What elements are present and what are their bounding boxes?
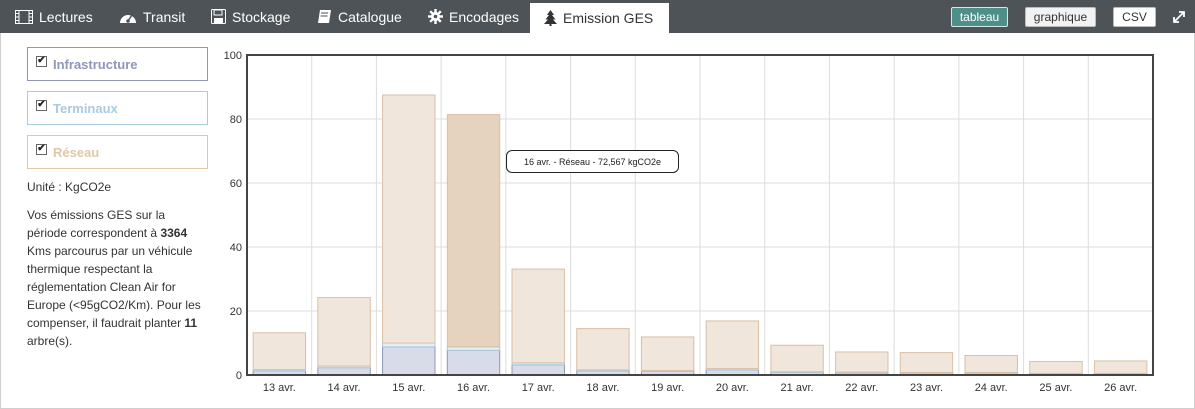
x-tick-label: 20 avr. — [716, 382, 749, 394]
description-text: arbre(s). — [27, 334, 73, 348]
graphique-button[interactable]: graphique — [1025, 7, 1096, 27]
checkbox-checked-icon[interactable]: ✔ — [36, 55, 47, 67]
bar-infrastructure — [382, 346, 436, 376]
tab-label: Lectures — [39, 8, 93, 25]
tree-icon — [544, 10, 557, 26]
bar-rseau — [252, 332, 307, 371]
bar-rseau — [964, 354, 1018, 373]
legend-infrastructure[interactable]: ✔ Infrastructure — [27, 47, 208, 81]
x-tick-label: 16 avr. — [457, 382, 490, 394]
x-tick-label: 13 avr. — [263, 382, 296, 394]
dashboard-icon — [119, 10, 137, 24]
trees-value: 11 — [184, 316, 198, 330]
tab-encodages[interactable]: Encodages — [428, 0, 519, 33]
bar-rseau — [835, 351, 889, 373]
tab-label: Encodages — [449, 8, 520, 25]
y-tick-label: 20 — [230, 306, 242, 318]
x-tick-label: 23 avr. — [910, 382, 943, 394]
bar-infrastructure — [317, 367, 371, 376]
y-tick-label: 100 — [224, 50, 242, 62]
description-text: Kms parcourus par un véhicule thermique … — [27, 244, 201, 330]
x-tick-label: 18 avr. — [586, 382, 619, 394]
x-tick-label: 26 avr. — [1104, 382, 1137, 394]
x-tick-label: 22 avr. — [845, 382, 878, 394]
x-tick-label: 14 avr. — [328, 382, 361, 394]
gear-icon — [428, 9, 443, 24]
expand-icon[interactable] — [1171, 7, 1187, 27]
bar-rseau — [1093, 360, 1148, 374]
csv-button[interactable]: CSV — [1113, 7, 1156, 27]
tableau-button[interactable]: tableau — [951, 7, 1008, 27]
unit-label: Unité : KgCO2e — [27, 180, 112, 194]
x-tick-label: 25 avr. — [1039, 382, 1072, 394]
legend-reseau[interactable]: ✔ Réseau — [27, 135, 208, 169]
x-tick-label: 15 avr. — [392, 382, 425, 394]
bar-rseau — [640, 336, 695, 372]
tab-transit[interactable]: Transit — [119, 0, 185, 33]
checkbox-checked-icon[interactable]: ✔ — [36, 143, 47, 155]
y-tick-label: 80 — [230, 114, 242, 126]
bar-infrastructure — [446, 349, 501, 376]
y-tick-label: 0 — [236, 370, 242, 382]
legend-terminaux[interactable]: ✔ Terminaux — [27, 91, 208, 125]
bar-rseau — [317, 297, 371, 367]
legend-label: Infrastructure — [53, 56, 138, 72]
legend-label: Terminaux — [53, 100, 118, 116]
checkbox-checked-icon[interactable]: ✔ — [36, 99, 47, 111]
bar-rseau — [382, 94, 436, 344]
bar-rseau — [1029, 361, 1083, 374]
bar-rseau — [511, 268, 565, 364]
description-text: Vos émissions GES sur la période corresp… — [27, 208, 166, 240]
tab-stockage[interactable]: Stockage — [211, 0, 290, 33]
tab-emission-ges[interactable]: Emission GES — [530, 0, 669, 33]
tab-label: Emission GES — [563, 10, 654, 26]
bar-infrastructure — [511, 364, 565, 376]
bar-rseau — [770, 344, 824, 373]
x-tick-label: 24 avr. — [975, 382, 1008, 394]
kms-value: 3364 — [160, 226, 188, 240]
bar-terminaux — [446, 346, 501, 351]
bar-rseau — [705, 320, 760, 370]
tab-lectures[interactable]: Lectures — [15, 0, 93, 33]
top-nav-bar: Lectures Transit Stockage Catalogue Enco… — [0, 0, 1195, 33]
x-tick-label: 21 avr. — [781, 382, 814, 394]
legend-label: Réseau — [53, 144, 100, 160]
y-tick-label: 60 — [230, 178, 242, 190]
emissions-description: Vos émissions GES sur la période corresp… — [27, 206, 207, 350]
bar-rseau — [446, 114, 501, 348]
x-tick-label: 19 avr. — [651, 382, 684, 394]
film-icon — [15, 9, 33, 24]
tab-label: Stockage — [232, 8, 291, 25]
tab-label: Transit — [143, 8, 186, 25]
bar-rseau — [576, 328, 630, 371]
tab-catalogue[interactable]: Catalogue — [317, 0, 402, 33]
chart-tooltip: 16 avr. - Réseau - 72,567 kgCO2e — [506, 150, 679, 173]
x-tick-label: 17 avr. — [522, 382, 555, 394]
tab-label: Catalogue — [338, 8, 402, 25]
y-tick-label: 40 — [230, 242, 242, 254]
bar-terminaux — [382, 342, 436, 348]
floppy-disk-icon — [211, 9, 226, 24]
book-icon — [317, 9, 332, 24]
emissions-bar-chart: 0 20 40 60 80 100 13 avr. 14 avr. 15 avr. 16 avr.… — [224, 50, 1154, 394]
bar-rseau — [899, 352, 954, 373]
